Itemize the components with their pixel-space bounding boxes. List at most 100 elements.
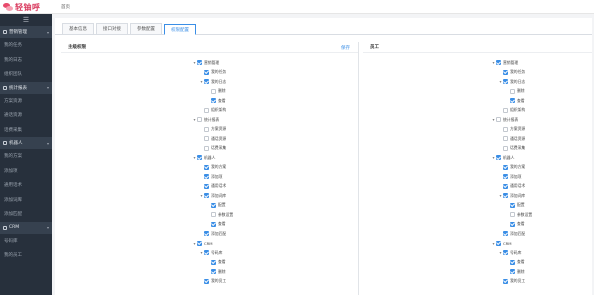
- tree-node[interactable]: ▾ 添加词库: [199, 192, 226, 199]
- tree-node[interactable]: 查看: [505, 259, 525, 266]
- tree-checkbox[interactable]: [211, 212, 216, 217]
- tree-checkbox[interactable]: [197, 240, 202, 246]
- sidebar-item[interactable]: 添加词库: [0, 193, 52, 208]
- tree-node[interactable]: ▾ 我的日志: [498, 78, 525, 85]
- tree-checkbox[interactable]: [197, 117, 202, 122]
- tab-3[interactable]: 权限配置: [164, 24, 196, 35]
- tree-node[interactable]: 通话资源: [199, 135, 226, 142]
- tree-checkbox[interactable]: [204, 107, 209, 113]
- sidebar-group-2[interactable]: 机器人 ▾: [0, 137, 52, 149]
- tree-checkbox[interactable]: [503, 183, 508, 189]
- tree-node[interactable]: ▾ CRM: [192, 240, 213, 247]
- tree-node[interactable]: ▾ 机器人: [192, 154, 215, 161]
- tree-node[interactable]: 添加匹配: [498, 230, 525, 237]
- sidebar-item[interactable]: 通话资源: [0, 108, 52, 123]
- menu-icon[interactable]: ☰: [0, 14, 52, 26]
- tab-1[interactable]: 接口对接: [96, 23, 128, 34]
- tree-checkbox[interactable]: [204, 193, 209, 198]
- tree-node[interactable]: 参数设置: [206, 211, 233, 218]
- tree-checkbox[interactable]: [503, 164, 508, 170]
- tree-checkbox[interactable]: [204, 79, 209, 84]
- tree-node[interactable]: 通用话术: [199, 183, 226, 190]
- tree-node[interactable]: 话费采集: [498, 145, 525, 152]
- tree-checkbox[interactable]: [204, 126, 209, 132]
- tree-checkbox[interactable]: [496, 240, 501, 246]
- tree-node[interactable]: 查看: [505, 97, 525, 104]
- tree-node[interactable]: 添加项: [199, 173, 222, 180]
- tree-node[interactable]: 我的员工: [199, 278, 226, 285]
- tree-checkbox[interactable]: [496, 117, 501, 122]
- tree-node[interactable]: 我的方案: [498, 164, 525, 171]
- tree-node[interactable]: 方案资源: [199, 126, 226, 133]
- tree-node[interactable]: ▾ 添加词库: [498, 192, 525, 199]
- tree-checkbox[interactable]: [197, 60, 202, 65]
- tree-checkbox[interactable]: [204, 174, 209, 179]
- tree-checkbox[interactable]: [510, 88, 515, 94]
- tree-node[interactable]: ▾ 统计报表: [491, 116, 518, 123]
- tree-node[interactable]: ▾ 营销管理: [491, 59, 518, 66]
- sidebar-item[interactable]: 添加项: [0, 164, 52, 179]
- tree-node[interactable]: 话费采集: [199, 145, 226, 152]
- tree-node[interactable]: 组织架构: [199, 107, 226, 114]
- tab-2[interactable]: 参数配置: [130, 23, 162, 34]
- sidebar-group-3[interactable]: CRM ▾: [0, 221, 52, 234]
- tree-checkbox[interactable]: [510, 212, 515, 217]
- tree-checkbox[interactable]: [510, 202, 515, 208]
- sidebar-group-1[interactable]: 统计报表 ▾: [0, 81, 52, 94]
- tree-checkbox[interactable]: [204, 183, 209, 189]
- save-link[interactable]: 保存: [341, 45, 350, 51]
- tree-node[interactable]: ▾ 号码库: [199, 249, 222, 256]
- tree-checkbox[interactable]: [503, 69, 508, 75]
- tree-checkbox[interactable]: [503, 136, 508, 141]
- app-logo[interactable]: 轻铀呼: [3, 1, 51, 13]
- tree-checkbox[interactable]: [503, 231, 508, 236]
- tree-node[interactable]: ▾ 统计报表: [192, 116, 219, 123]
- sidebar-item[interactable]: 组织团队: [0, 67, 52, 82]
- breadcrumb-home[interactable]: 首页: [61, 4, 70, 10]
- tree-checkbox[interactable]: [204, 164, 209, 170]
- sidebar-item[interactable]: 我的方案: [0, 149, 52, 164]
- tree-node[interactable]: ▾ 机器人: [491, 154, 514, 161]
- tree-checkbox[interactable]: [204, 278, 209, 284]
- sidebar-item[interactable]: 话费采集: [0, 123, 52, 138]
- tree-node[interactable]: 添加项: [498, 173, 521, 180]
- sidebar-group-0[interactable]: 营销管理 ▾: [0, 26, 52, 38]
- tree-node[interactable]: 我的方案: [199, 164, 226, 171]
- tree-node[interactable]: 删除: [505, 268, 525, 275]
- tree-checkbox[interactable]: [211, 259, 216, 265]
- tree-node[interactable]: ▾ 我的日志: [199, 78, 226, 85]
- tree-node[interactable]: 参数设置: [505, 211, 532, 218]
- tree-checkbox[interactable]: [204, 231, 209, 236]
- tree-checkbox[interactable]: [204, 250, 209, 255]
- sidebar-item[interactable]: 通用话术: [0, 178, 52, 193]
- tree-checkbox[interactable]: [510, 269, 515, 274]
- tree-node[interactable]: ▾ CRM: [491, 240, 512, 247]
- tree-node[interactable]: 删除: [505, 88, 525, 95]
- tree-checkbox[interactable]: [204, 145, 209, 151]
- tree-node[interactable]: 我的任务: [498, 69, 525, 76]
- tree-checkbox[interactable]: [503, 107, 508, 113]
- sidebar-item[interactable]: 添加匹配: [0, 207, 52, 222]
- sidebar-item[interactable]: 号码库: [0, 234, 52, 249]
- tree-node[interactable]: 我的任务: [199, 69, 226, 76]
- tree-node[interactable]: 查看: [206, 97, 226, 104]
- sidebar-item[interactable]: 我的员工: [0, 248, 52, 263]
- tree-node[interactable]: 通话资源: [498, 135, 525, 142]
- sidebar-item[interactable]: 我的任务: [0, 38, 52, 53]
- tree-checkbox[interactable]: [510, 259, 515, 265]
- tree-node[interactable]: 配置: [206, 202, 226, 209]
- tree-checkbox[interactable]: [197, 155, 202, 160]
- tree-checkbox[interactable]: [503, 278, 508, 284]
- tree-checkbox[interactable]: [204, 69, 209, 75]
- tree-node[interactable]: 查看: [505, 221, 525, 228]
- sidebar-item[interactable]: 方案资源: [0, 94, 52, 109]
- tree-checkbox[interactable]: [503, 79, 508, 84]
- tree-checkbox[interactable]: [503, 250, 508, 255]
- tree-checkbox[interactable]: [211, 98, 216, 103]
- tree-checkbox[interactable]: [503, 145, 508, 151]
- tree-checkbox[interactable]: [496, 60, 501, 65]
- tree-checkbox[interactable]: [211, 269, 216, 274]
- tree-node[interactable]: 查看: [206, 221, 226, 228]
- tree-checkbox[interactable]: [503, 193, 508, 198]
- tree-node[interactable]: 添加匹配: [199, 230, 226, 237]
